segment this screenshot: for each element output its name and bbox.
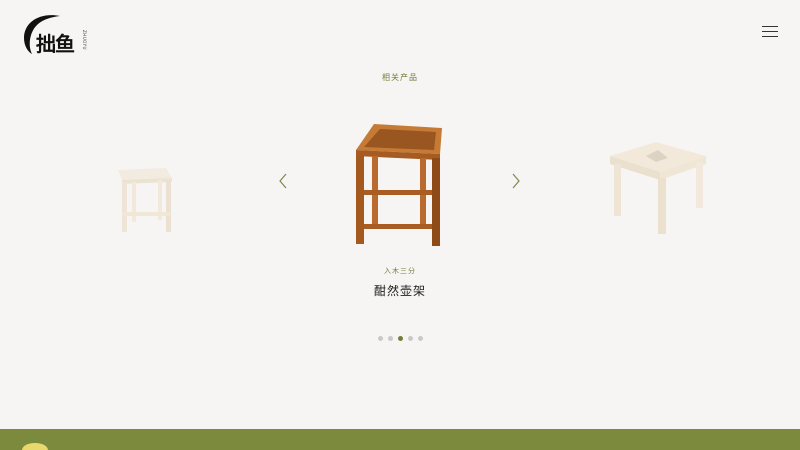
footer-band: [0, 429, 800, 450]
product-name[interactable]: 酣然壶架: [0, 282, 800, 299]
product-subtitle: 入木三分: [384, 267, 416, 275]
menu-icon[interactable]: [762, 26, 778, 38]
menu-line: [762, 31, 778, 32]
pagination-dot[interactable]: [407, 336, 413, 341]
pagination-dot[interactable]: [377, 336, 383, 341]
chevron-left-icon[interactable]: [277, 172, 289, 190]
pagination-dot[interactable]: [387, 336, 393, 341]
product-image-prev[interactable]: [108, 160, 178, 235]
footer-decoration: [22, 443, 48, 450]
logo-subtext: ZHUOYU: [82, 30, 87, 50]
product-image-next[interactable]: [596, 136, 712, 240]
pagination-dot-active[interactable]: [397, 336, 403, 341]
carousel-pagination: [0, 336, 800, 341]
chevron-right-icon[interactable]: [510, 172, 522, 190]
logo-text: 拙鱼: [36, 32, 75, 56]
menu-line: [762, 36, 778, 37]
logo[interactable]: 拙鱼 ZHUOYU: [20, 12, 90, 62]
pagination-dot[interactable]: [417, 336, 423, 341]
product-image-current[interactable]: [350, 120, 450, 248]
menu-line: [762, 26, 778, 27]
section-title: 相关产品: [382, 73, 418, 82]
